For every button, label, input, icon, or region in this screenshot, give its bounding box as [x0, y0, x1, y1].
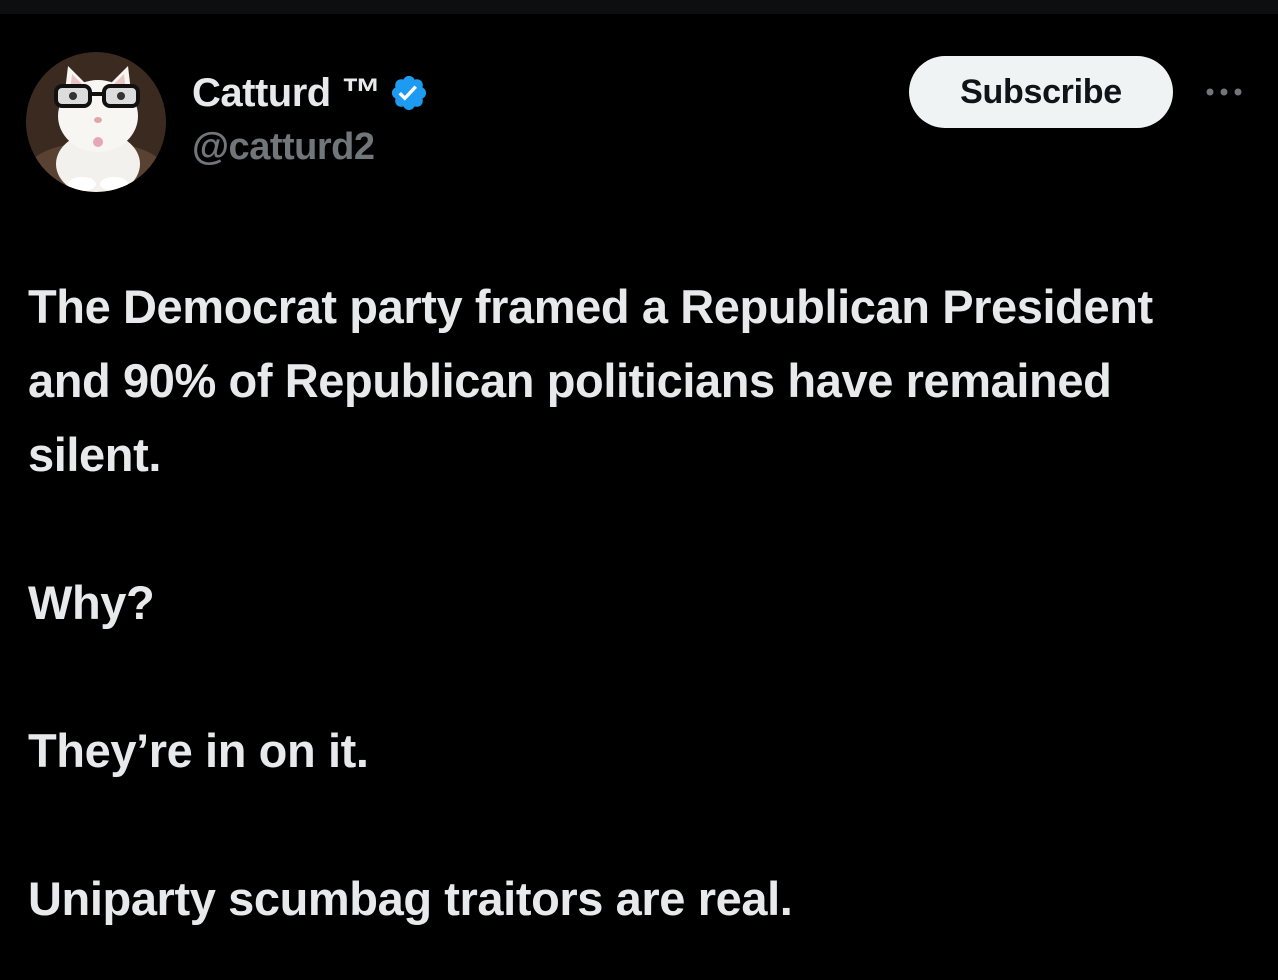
cat-with-glasses-avatar-icon [26, 52, 166, 192]
author-display-name[interactable]: Catturd ™ [192, 71, 381, 116]
tweet-paragraph: The Democrat party framed a Republican P… [28, 280, 1153, 481]
author-avatar[interactable] [26, 52, 166, 192]
tweet-paragraph: They’re in on it. [28, 724, 369, 777]
more-horizontal-icon[interactable] [1200, 78, 1248, 106]
author-handle[interactable]: @catturd2 [192, 126, 375, 169]
tweet-text: The Democrat party framed a Republican P… [28, 270, 1238, 936]
tweet-paragraph: Why? [28, 576, 155, 629]
verified-badge-icon[interactable] [389, 73, 429, 113]
author-name-row[interactable]: Catturd ™ [192, 68, 429, 118]
tweet-paragraph: Uniparty scumbag traitors are real. [28, 872, 793, 925]
tweet-card: Catturd ™ @catturd2 Subscribe The Democr… [0, 0, 1278, 980]
subscribe-button[interactable]: Subscribe [909, 56, 1173, 128]
